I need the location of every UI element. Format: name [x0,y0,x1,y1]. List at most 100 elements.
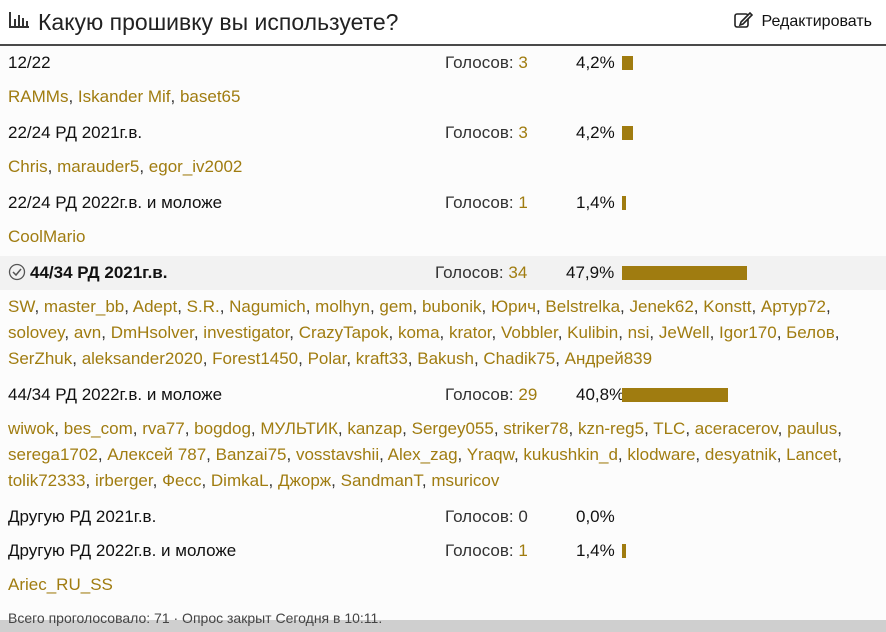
voter-link[interactable]: Forest1450 [212,349,298,368]
voter-link[interactable]: Belstrelka [545,297,620,316]
voter-separator: , [837,445,842,464]
voter-link[interactable]: Vobbler [501,323,558,342]
voter-link[interactable]: Юрич [491,297,536,316]
voter-link[interactable]: МУЛЬТИК [260,419,338,438]
voter-separator: , [201,471,211,490]
voter-separator: , [777,419,788,438]
votes-number[interactable]: 1 [518,193,527,212]
voter-link[interactable]: Nagumich [229,297,306,316]
voter-separator: , [152,471,163,490]
vote-percent: 4,2% [576,123,615,142]
voter-separator: , [388,323,398,342]
voter-link[interactable]: avn [74,323,101,342]
voter-separator: , [402,419,412,438]
votes-number[interactable]: 3 [518,53,527,72]
voter-link[interactable]: solovey [8,323,64,342]
voter-link[interactable]: DmHsolver [111,323,194,342]
voter-link[interactable]: Артур72 [761,297,826,316]
voter-separator: , [85,471,95,490]
voter-link[interactable]: CrazyTapok [299,323,389,342]
voter-link[interactable]: TLC [653,419,685,438]
voter-link[interactable]: aceracerov [695,419,778,438]
voter-link[interactable]: Yraqw [467,445,514,464]
voter-link[interactable]: Adept [133,297,177,316]
edit-button[interactable]: Редактировать [733,10,872,35]
votes-number[interactable]: 34 [508,263,527,282]
voter-link[interactable]: egor_iv2002 [149,157,243,176]
voter-link[interactable]: SW [8,297,34,316]
voter-link[interactable]: wiwok [8,419,54,438]
voter-link[interactable]: master_bb [44,297,124,316]
voter-link[interactable]: RAMMs [8,87,68,106]
voter-link[interactable]: Джорж [278,471,331,490]
voter-link[interactable]: krator [449,323,492,342]
voter-link[interactable]: Lancet [786,445,837,464]
votes-number[interactable]: 3 [518,123,527,142]
voter-separator: , [124,297,133,316]
vote-percent: 4,2% [576,53,615,72]
voter-link[interactable]: gem [379,297,412,316]
voter-link[interactable]: kraft33 [356,349,408,368]
votes-number[interactable]: 29 [518,385,537,404]
voter-link[interactable]: Jenek62 [630,297,694,316]
voter-link[interactable]: S.R. [187,297,220,316]
voter-link[interactable]: investigator [203,323,289,342]
voter-separator: , [298,349,308,368]
voter-link[interactable]: Chadik75 [483,349,555,368]
voter-link[interactable]: Фесс [162,471,201,490]
voter-link[interactable]: Alex_zag [388,445,458,464]
voter-link[interactable]: bubonik [422,297,482,316]
voter-link[interactable]: SerZhuk [8,349,72,368]
voter-link[interactable]: kukushkin_d [523,445,618,464]
voter-link[interactable]: DimkaL [211,471,269,490]
option-label-text: 44/34 РД 2022г.в. и моложе [8,385,223,404]
voter-separator: , [568,419,578,438]
voters-list: Ariec_RU_SS [0,568,886,604]
voter-link[interactable]: Igor170 [719,323,777,342]
voter-link[interactable]: bes_com [64,419,133,438]
voter-link[interactable]: paulus [787,419,837,438]
votes-number[interactable]: 1 [518,541,527,560]
voter-link[interactable]: JeWell [659,323,710,342]
voter-link[interactable]: baset65 [180,87,241,106]
voter-link[interactable]: Sergey055 [412,419,494,438]
voter-link[interactable]: tolik72333 [8,471,86,490]
voter-link[interactable]: striker78 [503,419,568,438]
voter-link[interactable]: irberger [95,471,153,490]
voter-link[interactable]: CoolMario [8,227,85,246]
voter-link[interactable]: kanzap [347,419,402,438]
voter-link[interactable]: rva77 [142,419,185,438]
voter-link[interactable]: klodware [627,445,695,464]
voter-link[interactable]: Konstt [703,297,751,316]
voter-link[interactable]: koma [398,323,440,342]
voter-link[interactable]: Андрей839 [565,349,652,368]
voter-link[interactable]: desyatnik [705,445,777,464]
voter-link[interactable]: nsi [628,323,650,342]
voter-separator: , [535,297,546,316]
voter-link[interactable]: Bakush [417,349,474,368]
voter-link[interactable]: Ariec_RU_SS [8,575,113,594]
voter-link[interactable]: vosstavshii [296,445,379,464]
voter-link[interactable]: Kulibin [567,323,618,342]
voter-link[interactable]: Алексей 787 [107,445,206,464]
voter-link[interactable]: Chris [8,157,48,176]
voter-link[interactable]: kzn-reg5 [578,419,644,438]
voter-separator: , [825,297,831,316]
voter-link[interactable]: Polar [308,349,347,368]
voter-link[interactable]: aleksander2020 [82,349,203,368]
voter-link[interactable]: msuricov [431,471,499,490]
voter-link[interactable]: Iskander Mif [78,87,171,106]
poll-option-row: 22/24 РД 2022г.в. и моложе Голосов: 1 1,4% [0,186,886,220]
option-label: 22/24 РД 2021г.в. [8,116,142,150]
vote-percent: 47,9% [566,263,615,282]
voter-link[interactable]: SandmanT [341,471,422,490]
voter-link[interactable]: molhyn [315,297,370,316]
voter-link[interactable]: Белов [786,323,835,342]
voter-link[interactable]: serega1702 [8,445,98,464]
voter-link[interactable]: Banzai75 [216,445,287,464]
voter-link[interactable]: bogdog [194,419,251,438]
voter-link[interactable]: marauder5 [57,157,139,176]
poll-widget: Какую прошивку вы используете? Редактиро… [0,0,886,626]
voter-separator: , [685,419,695,438]
voters-list: Chris, marauder5, egor_iv2002 [0,150,886,186]
